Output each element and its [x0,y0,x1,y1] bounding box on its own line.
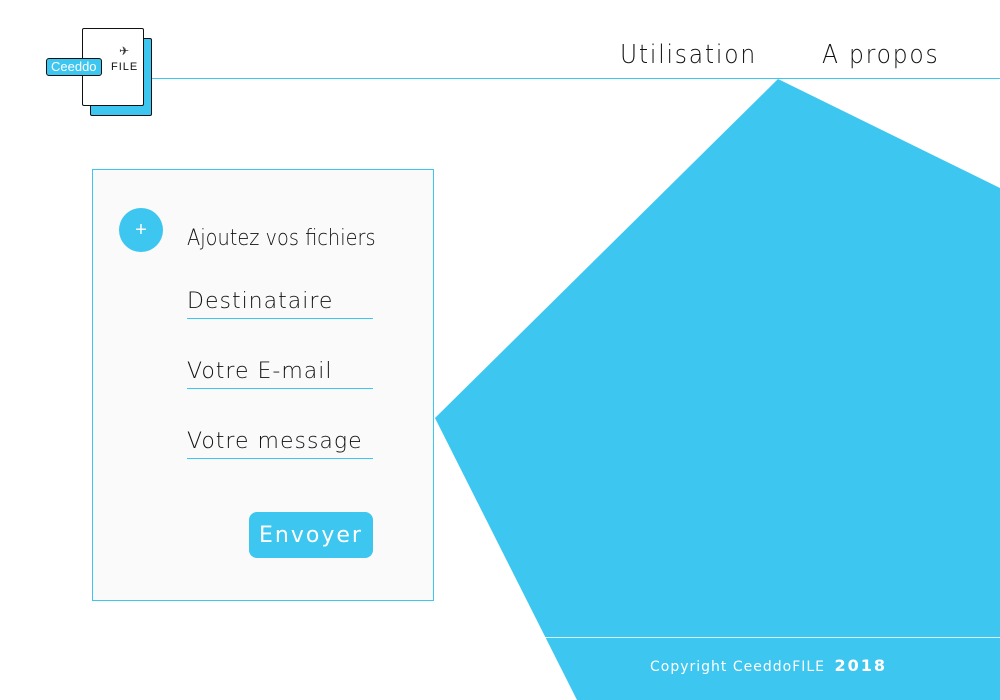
paper-plane-icon: ✈ [119,44,130,58]
copyright-text: Copyright CeeddoFILE [650,659,826,675]
recipient-input[interactable] [187,284,373,318]
main-nav: Utilisation A propos [620,40,953,70]
add-files-button[interactable]: + [119,208,163,252]
upload-form-card: + Ajoutez vos fichiers Envoyer [92,169,434,601]
logo-brand-suffix: FILE [111,61,139,73]
copyright-year: 2018 [834,656,888,675]
add-files-label[interactable]: Ajoutez vos fichiers [187,226,376,251]
message-field-wrapper [187,424,373,459]
recipient-field-wrapper [187,284,373,319]
footer: Copyright CeeddoFILE 2018 [650,656,887,675]
nav-link-utilisation[interactable]: Utilisation [620,40,757,70]
logo[interactable]: ✈ Ceeddo FILE [46,28,156,118]
logo-brand-pill: Ceeddo [46,58,102,76]
email-field-wrapper [187,354,373,389]
footer-divider [545,637,1000,638]
plus-icon: + [135,219,147,241]
message-input[interactable] [187,424,373,458]
page: ✈ Ceeddo FILE Utilisation A propos + Ajo… [0,0,1000,700]
cyan-polygon [435,79,1000,700]
email-input[interactable] [187,354,373,388]
header-divider [150,78,1000,79]
nav-link-a-propos[interactable]: A propos [822,40,939,70]
send-button[interactable]: Envoyer [249,512,373,558]
